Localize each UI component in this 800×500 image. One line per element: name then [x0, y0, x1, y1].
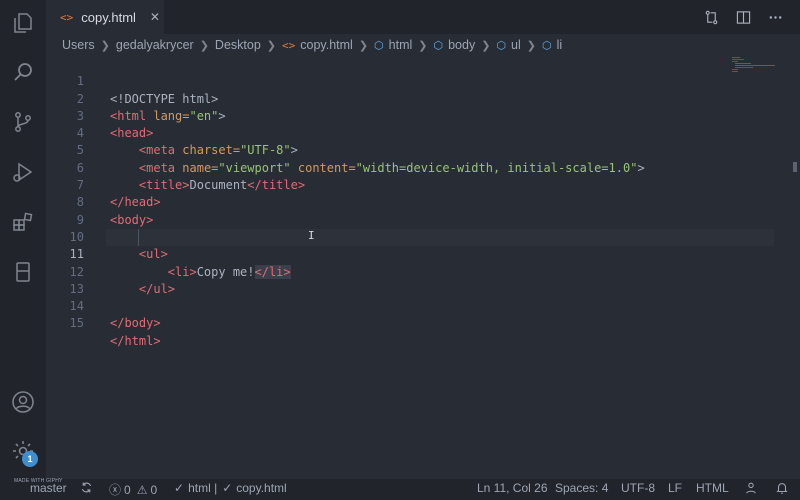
- vertical-scrollbar[interactable]: [787, 56, 800, 466]
- linter-status[interactable]: ✓ html | ✓ copy.html: [174, 481, 287, 495]
- element-icon: ⬡: [433, 39, 444, 52]
- code-line-current: 11 <li>Copy me!</li>: [69, 247, 291, 279]
- check-icon: ✓: [222, 481, 233, 495]
- minimap[interactable]: [730, 56, 780, 76]
- watermark: MADE WITH GIPHY: [14, 478, 63, 484]
- element-icon: ⬡: [374, 39, 384, 52]
- end-of-line[interactable]: LF: [668, 481, 682, 495]
- code-line: 8 <body>: [76, 195, 154, 227]
- extensions-icon[interactable]: [10, 209, 36, 235]
- status-bar: master ⓧ 0 ⚠ 0 ✓ html | ✓ copy.html Ln 1…: [0, 479, 800, 500]
- text-cursor-icon: I: [308, 229, 315, 242]
- scroll-position-marker: [793, 162, 797, 172]
- html-file-icon: <>: [60, 10, 74, 24]
- code-line: 10 <ul>: [69, 229, 168, 262]
- compare-changes-icon[interactable]: [702, 8, 720, 26]
- activity-bar: 1: [0, 0, 46, 479]
- breadcrumb-li[interactable]: li: [557, 38, 563, 52]
- breadcrumb-users[interactable]: Users: [62, 38, 95, 52]
- chevron-right-icon: ❯: [481, 39, 491, 52]
- indentation[interactable]: Spaces: 4: [555, 481, 608, 495]
- html-file-icon: <>: [282, 38, 296, 52]
- error-count: 0: [124, 482, 131, 497]
- editor-actions: [702, 8, 784, 26]
- close-icon[interactable]: ✕: [150, 10, 160, 24]
- code-line: 3 <head>: [76, 108, 154, 141]
- tab-bar: <> copy.html ✕: [46, 0, 800, 34]
- code-line: 6 <title>Document</title>: [76, 160, 306, 193]
- chevron-right-icon: ❯: [199, 39, 209, 52]
- code-line: 15 </html>: [69, 316, 161, 348]
- code-line: 9: [76, 212, 84, 227]
- remote-explorer-icon[interactable]: [10, 259, 36, 285]
- error-icon: ⓧ: [109, 483, 122, 497]
- code-line: 5 <meta name="viewport" content="width=d…: [76, 143, 645, 175]
- encoding[interactable]: UTF-8: [621, 481, 655, 495]
- chevron-right-icon: ❯: [358, 39, 369, 52]
- code-line: 4 <meta charset="UTF-8">: [76, 126, 298, 158]
- chevron-right-icon: ❯: [418, 39, 428, 52]
- element-icon: ⬡: [496, 39, 507, 52]
- tab-label: copy.html: [81, 9, 136, 25]
- breadcrumb-desktop[interactable]: Desktop: [215, 38, 261, 52]
- code-editor[interactable]: 1 <!DOCTYPE html> 2 <html lang="en"> 3 <…: [46, 56, 786, 466]
- breadcrumb-gedalyakrycer[interactable]: gedalyakrycer: [116, 38, 194, 52]
- feedback-icon[interactable]: [744, 481, 758, 495]
- code-line: 1 <!DOCTYPE html>: [76, 74, 219, 106]
- code-line: 7 </head>: [76, 178, 161, 210]
- code-line: 12 </ul>: [69, 264, 176, 296]
- notifications-bell-icon[interactable]: [775, 481, 789, 495]
- chevron-right-icon: ❯: [266, 39, 276, 52]
- breadcrumb-body[interactable]: body: [448, 38, 475, 52]
- check-icon: ✓: [174, 481, 185, 495]
- settings-badge: 1: [22, 451, 38, 467]
- tab-copy-html[interactable]: <> copy.html ✕: [46, 0, 164, 34]
- warning-icon: ⚠: [136, 482, 148, 497]
- split-editor-icon[interactable]: [734, 8, 752, 26]
- element-icon: ⬡: [542, 39, 552, 52]
- source-control-icon[interactable]: [10, 109, 36, 135]
- sync-icon[interactable]: [80, 481, 93, 494]
- search-icon[interactable]: [10, 59, 36, 85]
- warning-count: 0: [150, 482, 158, 497]
- breadcrumb-html[interactable]: html: [389, 38, 413, 52]
- breadcrumb: Users ❯ gedalyakrycer ❯ Desktop ❯ <> cop…: [62, 36, 562, 54]
- code-line: 2 <html lang="en">: [76, 91, 226, 123]
- breadcrumb-ul[interactable]: ul: [511, 38, 521, 52]
- run-debug-icon[interactable]: [10, 159, 36, 185]
- breadcrumb-copy-html[interactable]: copy.html: [300, 38, 353, 52]
- language-mode[interactable]: HTML: [696, 481, 729, 495]
- code-line: 13: [69, 281, 84, 296]
- problems-indicator[interactable]: ⓧ 0 ⚠ 0: [109, 481, 157, 498]
- account-icon[interactable]: [10, 389, 36, 415]
- cursor-position[interactable]: Ln 11, Col 26: [477, 481, 548, 495]
- code-line: 14 </body>: [69, 299, 161, 331]
- chevron-right-icon: ❯: [100, 39, 110, 52]
- chevron-right-icon: ❯: [526, 39, 536, 52]
- more-actions-icon[interactable]: [766, 8, 784, 26]
- explorer-icon[interactable]: [10, 10, 36, 36]
